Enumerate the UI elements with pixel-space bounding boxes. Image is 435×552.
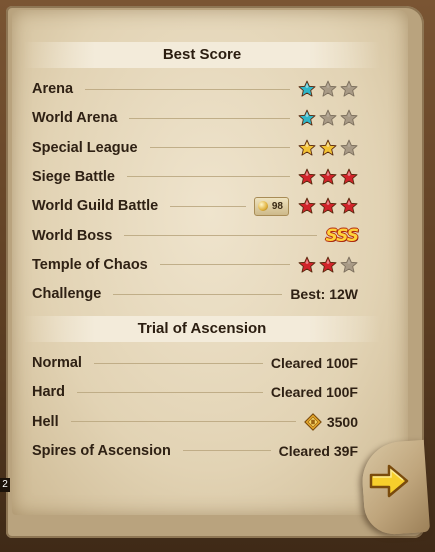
dotted-leader (129, 117, 290, 119)
value-text: 3500 (326, 413, 358, 430)
value-text: Cleared 39F (278, 442, 358, 459)
dotted-leader (127, 176, 290, 178)
row-value (298, 256, 358, 274)
empty-star-icon (340, 139, 358, 156)
page-number: 2 (0, 478, 10, 492)
row-value: Cleared 39F (279, 443, 358, 459)
trial-of-ascension-header: Trial of Ascension (24, 316, 380, 342)
red-star-icon (340, 197, 358, 214)
gold-star-icon (319, 139, 337, 156)
dotted-leader (77, 391, 263, 393)
dotted-leader (113, 293, 283, 295)
value-text: Best: 12W (290, 286, 358, 303)
dotted-leader (85, 88, 290, 90)
red-star-icon (298, 256, 316, 273)
grade-badge: SSS (325, 225, 359, 246)
row-value: 3500 (303, 412, 358, 431)
row-label: Siege Battle (32, 168, 115, 185)
record-row-siege-battle: Siege Battle (32, 166, 358, 188)
record-row-arena: Arena (32, 78, 358, 100)
row-label: World Boss (32, 227, 113, 244)
orb-icon (257, 201, 268, 212)
record-row-special-league: Special League (32, 137, 358, 159)
guild-points-badge: 98 (253, 196, 289, 216)
row-value: Cleared 100F (271, 384, 358, 400)
dotted-leader (159, 264, 290, 266)
row-value (298, 109, 358, 127)
empty-star-icon (319, 109, 337, 126)
dotted-leader (149, 147, 290, 149)
red-star-icon (319, 256, 337, 273)
record-row-world-boss: World Boss SSS (32, 225, 359, 247)
teal-star-icon (298, 109, 316, 126)
red-star-icon (340, 168, 358, 185)
dotted-leader (93, 362, 263, 364)
row-value (298, 139, 358, 157)
row-label: Normal (32, 355, 82, 371)
row-value (298, 168, 358, 186)
dotted-leader (70, 421, 296, 423)
row-value: SSS (325, 225, 359, 246)
red-star-icon (319, 197, 337, 214)
dotted-leader (170, 205, 246, 207)
best-score-header: Best Score (24, 42, 380, 68)
row-label: World Guild Battle (32, 198, 159, 215)
gold-star-icon (298, 139, 316, 156)
red-star-icon (319, 168, 337, 185)
row-label: Temple of Chaos (32, 256, 148, 273)
row-value: Best: 12W (290, 286, 358, 302)
record-row-normal: Normal Cleared 100F (32, 352, 358, 374)
record-row-temple-of-chaos: Temple of Chaos (32, 254, 358, 276)
record-row-world-arena: World Arena (32, 107, 358, 129)
row-label: Special League (32, 139, 138, 156)
row-label: Challenge (32, 286, 102, 303)
empty-star-icon (340, 109, 358, 126)
value-text: Cleared 100F (270, 384, 358, 401)
dotted-leader (182, 450, 271, 452)
row-label: Arena (32, 81, 74, 97)
record-row-hell: Hell 3500 (32, 411, 358, 433)
teal-star-icon (298, 80, 316, 97)
record-row-challenge: Challenge Best: 12W (32, 283, 358, 305)
row-label: World Arena (32, 110, 118, 127)
row-value: 98 (253, 196, 358, 216)
value-text: Cleared 100F (270, 355, 358, 371)
empty-star-icon (340, 256, 358, 273)
row-label: Hell (32, 413, 59, 430)
badge-value: 98 (271, 200, 283, 212)
red-star-icon (298, 197, 316, 214)
next-page-arrow-icon[interactable] (369, 464, 409, 498)
record-row-spires-of-ascension: Spires of Ascension Cleared 39F (32, 440, 358, 462)
row-value (298, 80, 358, 98)
row-value: Cleared 100F (271, 355, 358, 371)
empty-star-icon (340, 80, 358, 97)
record-row-hard: Hard Cleared 100F (32, 381, 358, 403)
gold-medal-icon (303, 412, 322, 431)
empty-star-icon (319, 80, 337, 97)
row-label: Hard (32, 384, 66, 401)
row-label: Spires of Ascension (32, 442, 171, 459)
red-star-icon (298, 168, 316, 185)
record-row-world-guild-battle: World Guild Battle 98 (32, 195, 358, 217)
dotted-leader (124, 235, 318, 236)
